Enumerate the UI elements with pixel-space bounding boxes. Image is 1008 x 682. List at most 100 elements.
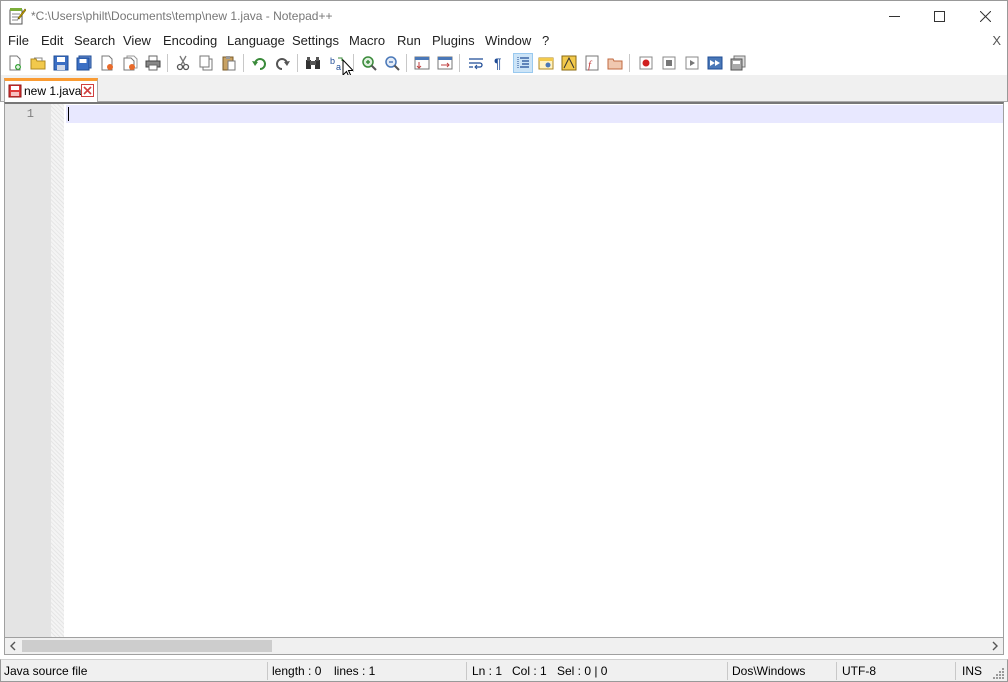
menu-search[interactable]: Search <box>74 33 115 48</box>
redo-button[interactable] <box>273 53 293 73</box>
copy-icon <box>199 55 213 71</box>
scroll-right-button[interactable] <box>989 640 1001 652</box>
paste-icon <box>222 56 236 71</box>
close-window-button[interactable] <box>962 1 1008 31</box>
fast-forward-icon <box>707 56 723 70</box>
zoom-out-button[interactable] <box>382 53 402 73</box>
menu-macro[interactable]: Macro <box>349 33 385 48</box>
status-separator <box>955 662 956 680</box>
resize-grip-icon[interactable] <box>993 667 1005 679</box>
tab-close-icon[interactable] <box>81 84 94 97</box>
status-insert-mode[interactable]: INS <box>962 664 982 678</box>
close-file-icon <box>101 55 113 71</box>
status-selection: Sel : 0 | 0 <box>557 664 608 678</box>
horizontal-scrollbar[interactable] <box>4 638 1004 655</box>
undo-button[interactable] <box>249 53 269 73</box>
notepad-plus-plus-icon <box>9 8 26 25</box>
toolbar-separator <box>243 54 244 72</box>
svg-text:¶: ¶ <box>494 55 502 71</box>
status-separator <box>267 662 268 680</box>
show-all-characters-button[interactable]: ¶ <box>489 53 509 73</box>
zoom-out-icon <box>385 56 400 71</box>
user-defined-language-button[interactable] <box>536 53 556 73</box>
close-all-button[interactable] <box>120 53 140 73</box>
fold-margin[interactable] <box>51 104 64 637</box>
printer-icon <box>145 55 161 71</box>
tab-bar: new 1.java <box>0 75 1008 102</box>
scroll-left-button[interactable] <box>7 640 19 652</box>
new-file-icon <box>9 55 21 71</box>
status-separator <box>836 662 837 680</box>
text-editor[interactable]: 1 <box>4 102 1004 638</box>
menu-encoding[interactable]: Encoding <box>163 33 217 48</box>
open-folder-icon <box>30 57 46 70</box>
save-macro-button[interactable] <box>728 53 748 73</box>
udl-icon <box>538 57 554 70</box>
toolbar-separator <box>459 54 460 72</box>
status-length: length : 0 <box>272 664 322 678</box>
function-list-icon: f <box>585 55 599 71</box>
indent-guide-button[interactable] <box>513 53 533 73</box>
menu-run[interactable]: Run <box>397 33 421 48</box>
zoom-in-button[interactable] <box>359 53 379 73</box>
start-recording-button[interactable] <box>636 53 656 73</box>
record-icon <box>639 56 653 70</box>
menu-window[interactable]: Window <box>485 33 531 48</box>
folder-icon <box>607 58 623 70</box>
scrollbar-thumb[interactable] <box>22 640 272 652</box>
menu-view[interactable]: View <box>123 33 151 48</box>
playback-button[interactable] <box>682 53 702 73</box>
find-button[interactable] <box>303 53 323 73</box>
redo-icon <box>276 58 290 70</box>
minimize-button[interactable] <box>871 1 917 31</box>
sync-horizontal-icon <box>437 56 453 70</box>
close-document-button[interactable]: X <box>992 33 1001 48</box>
menu-settings[interactable]: Settings <box>292 33 339 48</box>
cut-button[interactable] <box>173 53 193 73</box>
paste-button[interactable] <box>219 53 239 73</box>
sync-horizontal-scroll-button[interactable] <box>435 53 455 73</box>
document-map-icon <box>561 55 577 71</box>
line-number-gutter: 1 <box>5 104 51 637</box>
open-file-button[interactable] <box>28 53 48 73</box>
sync-vertical-scroll-button[interactable] <box>412 53 432 73</box>
menu-language[interactable]: Language <box>227 33 285 48</box>
save-button[interactable] <box>51 53 71 73</box>
tab-label: new 1.java <box>24 84 82 98</box>
run-macro-multiple-button[interactable] <box>705 53 725 73</box>
document-map-button[interactable] <box>559 53 579 73</box>
word-wrap-button[interactable] <box>466 53 486 73</box>
menu-help[interactable]: ? <box>542 33 549 48</box>
indent-guide-icon <box>517 57 529 69</box>
chevron-right-icon <box>992 641 998 651</box>
status-file-type: Java source file <box>4 664 88 678</box>
menu-plugins[interactable]: Plugins <box>432 33 475 48</box>
maximize-button[interactable] <box>916 1 962 31</box>
save-macro-icon <box>730 55 746 71</box>
unsaved-file-icon <box>8 84 22 98</box>
status-line-position: Ln : 1 <box>472 664 503 678</box>
save-all-button[interactable] <box>74 53 94 73</box>
print-button[interactable] <box>143 53 163 73</box>
tab-new-1-java[interactable]: new 1.java <box>4 78 98 102</box>
status-encoding[interactable]: UTF-8 <box>842 664 876 678</box>
folder-as-workspace-button[interactable] <box>605 53 625 73</box>
new-file-button[interactable] <box>5 53 25 73</box>
close-file-button[interactable] <box>97 53 117 73</box>
status-lines: lines : 1 <box>334 664 376 678</box>
stop-recording-button[interactable] <box>659 53 679 73</box>
menu-file[interactable]: File <box>8 33 29 48</box>
maximize-icon <box>933 10 945 22</box>
sync-vertical-icon <box>414 56 430 70</box>
save-icon <box>53 55 69 71</box>
toolbar-separator <box>629 54 630 72</box>
status-eol-format[interactable]: Dos\Windows <box>732 664 805 678</box>
menu-edit[interactable]: Edit <box>41 33 63 48</box>
pilcrow-icon: ¶ <box>494 55 502 71</box>
toolbar-separator <box>297 54 298 72</box>
copy-button[interactable] <box>196 53 216 73</box>
text-caret <box>68 107 69 121</box>
function-list-button[interactable]: f <box>582 53 602 73</box>
menu-bar: File Edit Search View Encoding Language … <box>0 31 1008 51</box>
toolbar-separator <box>406 54 407 72</box>
